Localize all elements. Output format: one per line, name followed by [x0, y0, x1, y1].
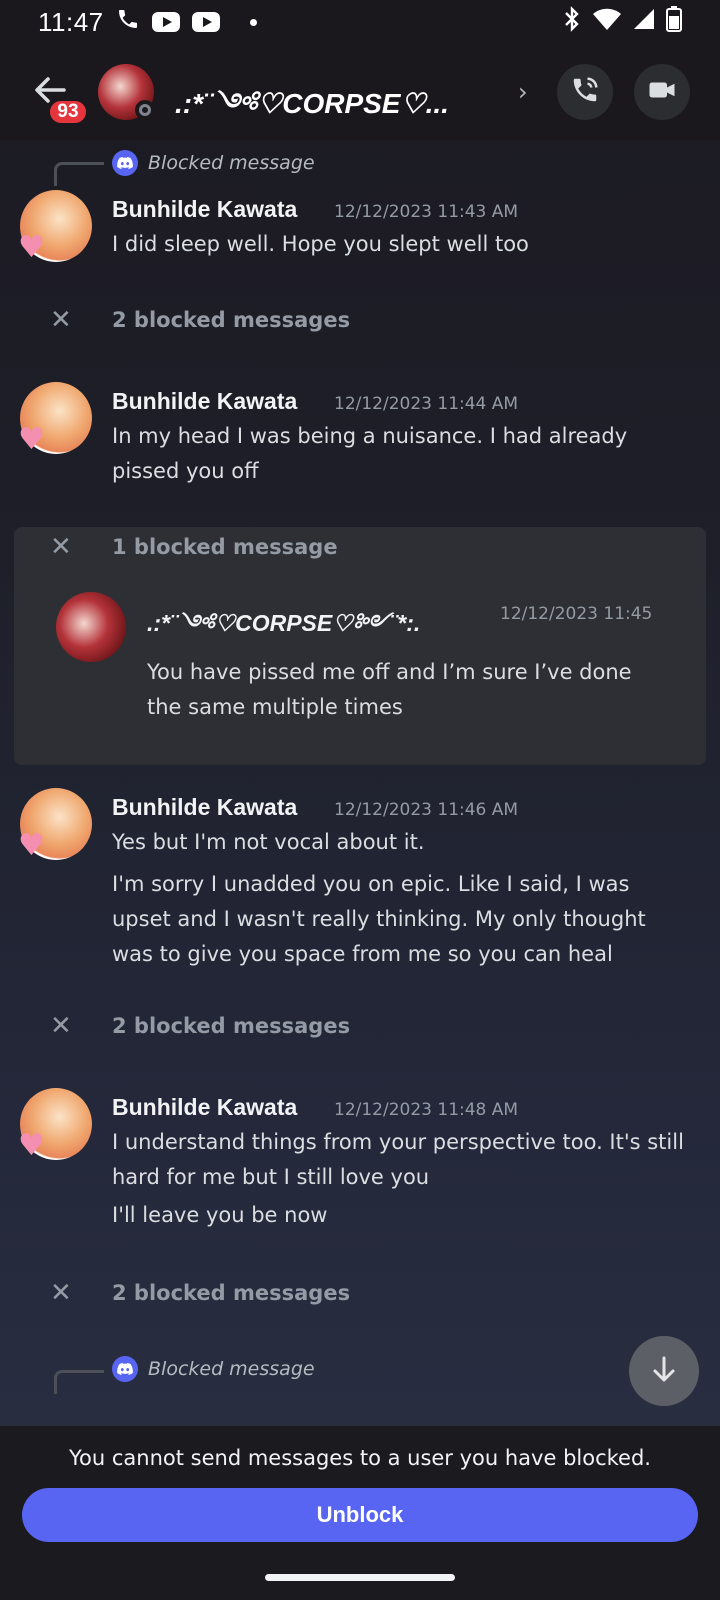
- arrow-down-icon: [648, 1353, 680, 1389]
- phone-icon: [116, 7, 140, 37]
- avatar[interactable]: ♥: [18, 1088, 92, 1163]
- youtube-icon: [151, 12, 180, 32]
- blocked-messages-row[interactable]: ✕ 2 blocked messages: [0, 300, 720, 340]
- blocked-footer: You cannot send messages to a user you h…: [0, 1426, 720, 1600]
- video-call-button[interactable]: [634, 64, 690, 120]
- video-call-icon: [647, 75, 677, 109]
- blocked-messages-label[interactable]: 1 blocked message: [112, 535, 338, 559]
- reply-text: Blocked message: [148, 152, 315, 174]
- message-list[interactable]: Blocked message ♥ Bunhilde Kawata 12/12/…: [0, 140, 720, 1426]
- author-name[interactable]: Bunhilde Kawata: [112, 196, 297, 223]
- battery-icon: [666, 6, 682, 38]
- reply-connector: [54, 1370, 104, 1394]
- unblock-button[interactable]: Unblock: [22, 1488, 698, 1542]
- voice-call-icon: [570, 75, 600, 109]
- reply-reference[interactable]: Blocked message: [112, 150, 315, 176]
- discord-icon: [112, 150, 138, 176]
- close-icon[interactable]: ✕: [50, 305, 72, 335]
- message-timestamp: 12/12/2023 11:45: [500, 604, 653, 624]
- blocked-messages-label[interactable]: 2 blocked messages: [112, 308, 350, 332]
- avatar[interactable]: ♥: [18, 190, 92, 265]
- blocked-messages-label[interactable]: 2 blocked messages: [112, 1014, 350, 1038]
- notification-dot-icon: [249, 18, 257, 26]
- author-name[interactable]: Bunhilde Kawata: [112, 1094, 297, 1121]
- blocked-messages-row[interactable]: ✕ 2 blocked messages: [0, 1006, 720, 1046]
- reply-reference[interactable]: Blocked message: [112, 1356, 315, 1382]
- blocked-messages-row[interactable]: ✕ 2 blocked messages: [0, 1273, 720, 1313]
- message-text: Yes but I'm not vocal about it.: [112, 830, 425, 854]
- close-icon[interactable]: ✕: [50, 1278, 72, 1308]
- voice-call-button[interactable]: [557, 64, 613, 120]
- youtube-icon: [191, 12, 220, 32]
- blocked-messages-row[interactable]: ✕ 1 blocked message: [0, 527, 720, 567]
- signal-icon: [632, 7, 656, 37]
- unread-badge: 93: [47, 98, 89, 126]
- message-text: I'll leave you be now: [112, 1203, 328, 1227]
- reply-connector: [54, 162, 104, 186]
- message-timestamp: 12/12/2023 11:46 AM: [334, 800, 519, 820]
- bluetooth-icon: [562, 6, 582, 38]
- status-time: 11:47: [38, 6, 104, 37]
- avatar[interactable]: ♥: [18, 382, 92, 457]
- close-icon[interactable]: ✕: [50, 1011, 72, 1041]
- blocked-notice: You cannot send messages to a user you h…: [69, 1446, 651, 1470]
- status-bar: 11:47: [0, 0, 720, 44]
- author-name[interactable]: Bunhilde Kawata: [112, 388, 297, 415]
- author-name[interactable]: Bunhilde Kawata: [112, 794, 297, 821]
- scroll-to-bottom-button[interactable]: [629, 1336, 699, 1406]
- message-timestamp: 12/12/2023 11:43 AM: [334, 202, 519, 222]
- discord-icon: [112, 1356, 138, 1382]
- wifi-icon: [592, 7, 622, 37]
- home-indicator[interactable]: [265, 1574, 455, 1581]
- chevron-right-icon[interactable]: ›: [518, 78, 528, 106]
- message-text: In my head I was being a nuisance. I had…: [112, 424, 628, 483]
- message-text: You have pissed me off and I’m sure I’ve…: [147, 660, 632, 719]
- message-text: I did sleep well. Hope you slept well to…: [112, 232, 529, 256]
- reply-text: Blocked message: [148, 1358, 315, 1380]
- message-timestamp: 12/12/2023 11:44 AM: [334, 394, 519, 414]
- avatar[interactable]: ♥: [18, 788, 92, 863]
- blocked-messages-label[interactable]: 2 blocked messages: [112, 1281, 350, 1305]
- message-timestamp: 12/12/2023 11:48 AM: [334, 1100, 519, 1120]
- message-text: I understand things from your perspectiv…: [112, 1130, 684, 1189]
- close-icon[interactable]: ✕: [50, 532, 72, 562]
- channel-header: 93 .:*¨༺♡CORPSE♡... ›: [0, 44, 720, 140]
- message-text: I'm sorry I unadded you on epic. Like I …: [112, 872, 646, 966]
- avatar[interactable]: [56, 592, 126, 662]
- author-name[interactable]: .:*¨༺♡CORPSE♡༻¨*:.: [147, 598, 420, 663]
- offline-status-icon: [135, 100, 155, 120]
